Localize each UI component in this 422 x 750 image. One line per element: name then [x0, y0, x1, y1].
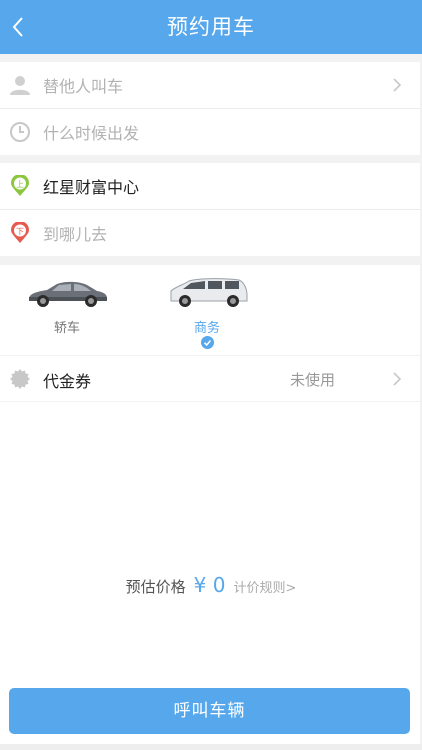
coupon-status: 未使用 [289, 371, 335, 389]
departure-time-placeholder: 什么时候出发 [43, 124, 140, 143]
pickup-row[interactable]: 上 红星财富中心 [0, 163, 420, 209]
trip-options-card: 替他人叫车 什么时候出发 [0, 62, 420, 155]
car-option-label: 商务 [193, 321, 220, 336]
sedan-car-icon [29, 281, 107, 307]
coupon-row[interactable]: 代金券 未使用 [0, 356, 420, 401]
car-option-business[interactable]: 商务 [162, 275, 252, 355]
car-option-sedan[interactable]: 轿车 [22, 275, 112, 355]
car-type-selector: 轿车 商务 [0, 265, 420, 355]
route-card: 上 红星财富中心 下 到哪儿去 [0, 163, 420, 256]
passenger-row[interactable]: 替他人叫车 [0, 62, 420, 108]
price-estimate: 预估价格 ¥ 0 计价规则> [0, 573, 422, 599]
chevron-right-icon [393, 372, 402, 386]
passenger-placeholder: 替他人叫车 [43, 77, 124, 96]
page-title: 预约用车 [167, 15, 255, 39]
dropoff-placeholder: 到哪儿去 [43, 225, 108, 244]
clock-icon [10, 122, 30, 142]
departure-time-row[interactable]: 什么时候出发 [0, 109, 420, 155]
pickup-location: 红星财富中心 [43, 178, 140, 197]
check-circle-icon [200, 336, 214, 349]
price-label: 预估价格 [125, 578, 186, 596]
minivan-car-icon [170, 278, 248, 307]
dropoff-marker-icon: 下 [11, 222, 29, 243]
dropoff-row[interactable]: 下 到哪儿去 [0, 210, 420, 256]
coupon-badge-icon [10, 369, 30, 389]
app-header: 预约用车 [0, 0, 422, 54]
pickup-badge: 上 [16, 180, 24, 189]
car-option-label: 轿车 [53, 321, 80, 336]
chevron-right-icon [393, 78, 402, 92]
car-option-label-selected: 商务 [162, 317, 252, 349]
coupon-label: 代金券 [43, 372, 92, 391]
price-amount: ¥ 0 [193, 573, 226, 597]
pickup-marker-icon: 上 [11, 175, 29, 196]
pricing-rules-link[interactable]: 计价规则> [233, 577, 296, 596]
call-vehicle-button[interactable]: 呼叫车辆 [9, 688, 410, 734]
person-icon [10, 76, 30, 95]
dropoff-badge: 下 [16, 227, 24, 236]
bottom-strip [0, 744, 422, 750]
